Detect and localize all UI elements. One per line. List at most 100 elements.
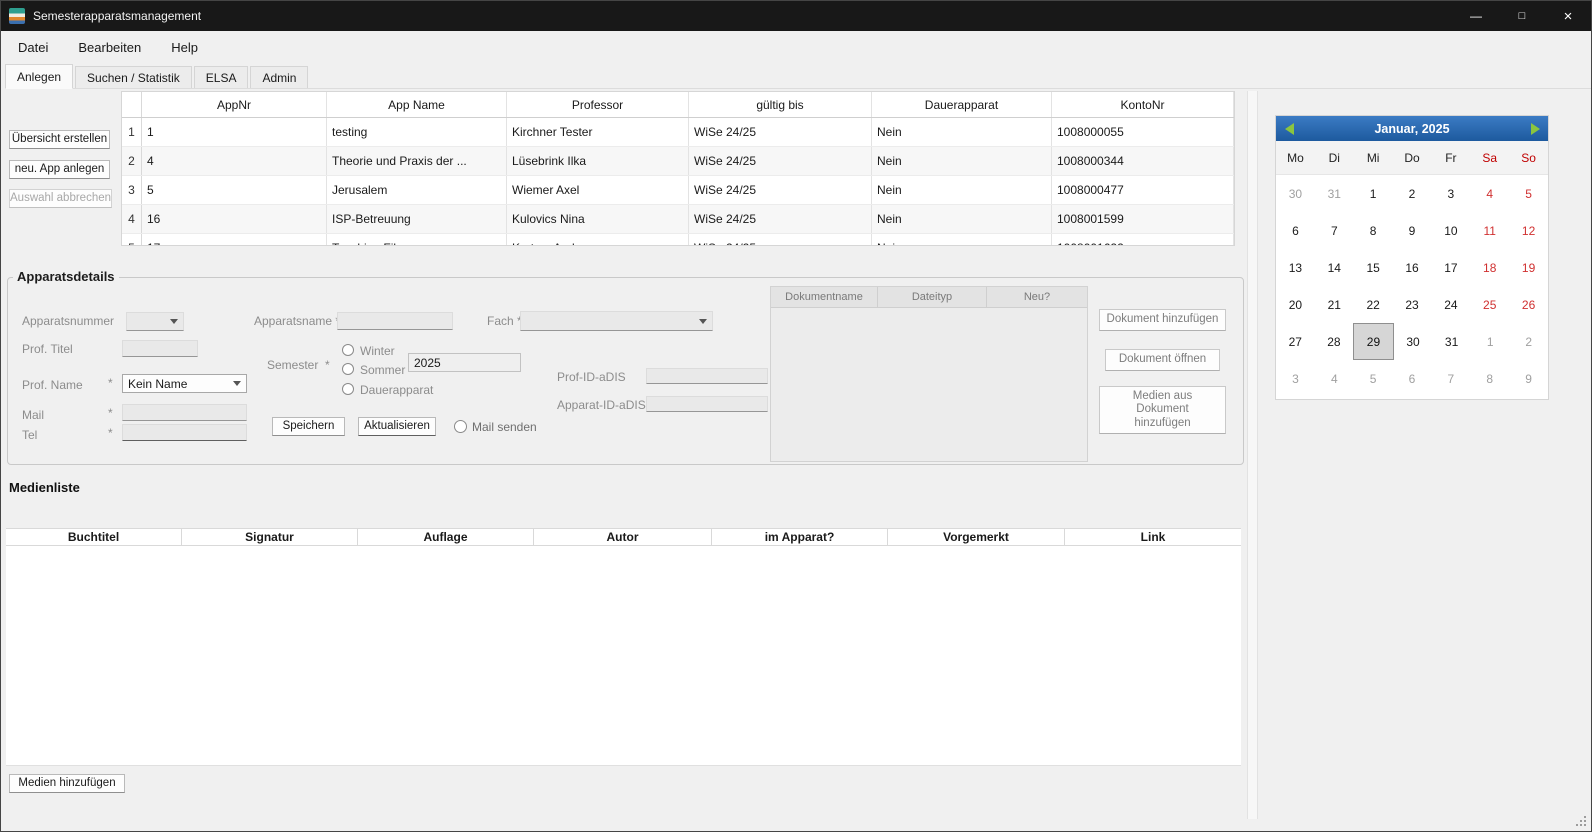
col-kontonr[interactable]: KontoNr [1052, 92, 1234, 117]
close-button[interactable]: × [1545, 1, 1591, 31]
med-col-link[interactable]: Link [1065, 529, 1241, 545]
calendar-day[interactable]: 20 [1276, 286, 1315, 323]
apparatsnummer-combo[interactable] [126, 312, 184, 331]
med-col-im-apparat[interactable]: im Apparat? [712, 529, 888, 545]
semester-year-input[interactable]: 2025 [408, 353, 521, 372]
uebersicht-erstellen-button[interactable]: Übersicht erstellen [9, 130, 110, 149]
tel-input[interactable] [122, 424, 247, 441]
calendar-day[interactable]: 17 [1431, 249, 1470, 286]
calendar-day[interactable]: 21 [1315, 286, 1354, 323]
table-row[interactable]: 1 1 testing Kirchner Tester WiSe 24/25 N… [122, 118, 1234, 147]
next-month-button[interactable] [1527, 121, 1543, 136]
calendar-day[interactable]: 8 [1354, 212, 1393, 249]
table-row[interactable]: 2 4 Theorie und Praxis der ... Lüsebrink… [122, 147, 1234, 176]
calendar-day[interactable]: 25 [1470, 286, 1509, 323]
calendar-day[interactable]: 28 [1315, 323, 1354, 360]
col-appnr[interactable]: AppNr [142, 92, 327, 117]
col-dauerapparat[interactable]: Dauerapparat [872, 92, 1052, 117]
medien-hinzufuegen-button[interactable]: Medien hinzufügen [9, 774, 125, 793]
table-row[interactable]: 3 5 Jerusalem Wiemer Axel WiSe 24/25 Nei… [122, 176, 1234, 205]
neue-app-anlegen-button[interactable]: neu. App anlegen [9, 160, 110, 179]
apparatsname-label: Apparatsname * [254, 314, 340, 328]
minimize-button[interactable]: — [1453, 1, 1499, 31]
calendar-day[interactable]: 26 [1509, 286, 1548, 323]
med-col-buchtitel[interactable]: Buchtitel [6, 529, 182, 545]
winter-radio[interactable] [342, 344, 354, 356]
col-gueltig-bis[interactable]: gültig bis [689, 92, 872, 117]
calendar-day-selected[interactable]: 29 [1353, 323, 1394, 360]
weekday-so: So [1509, 141, 1548, 174]
menu-datei[interactable]: Datei [3, 31, 63, 63]
calendar-day[interactable]: 6 [1276, 212, 1315, 249]
aktualisieren-button[interactable]: Aktualisieren [358, 417, 436, 436]
calendar-day[interactable]: 13 [1276, 249, 1315, 286]
fach-combo[interactable] [520, 311, 713, 331]
medien-aus-dokument-button[interactable]: Medien aus Dokument hinzufügen [1099, 386, 1226, 434]
apparat-id-adis-input[interactable] [646, 396, 768, 412]
calendar-day[interactable]: 3 [1431, 175, 1470, 212]
calendar-day[interactable]: 30 [1394, 323, 1433, 360]
calendar-day[interactable]: 2 [1509, 323, 1548, 360]
sommer-radio[interactable] [342, 363, 354, 375]
mail-senden-checkbox[interactable] [454, 420, 467, 433]
maximize-button[interactable]: □ [1499, 1, 1545, 31]
calendar-day[interactable]: 5 [1509, 175, 1548, 212]
calendar-day[interactable]: 27 [1276, 323, 1315, 360]
calendar-day[interactable]: 4 [1470, 175, 1509, 212]
calendar-day[interactable]: 7 [1315, 212, 1354, 249]
dauerapparat-radio[interactable] [342, 383, 354, 395]
calendar-day[interactable]: 24 [1431, 286, 1470, 323]
col-appname[interactable]: App Name [327, 92, 507, 117]
med-col-autor[interactable]: Autor [534, 529, 712, 545]
resize-grip[interactable] [1584, 824, 1586, 826]
dokument-hinzufuegen-button[interactable]: Dokument hinzufügen [1099, 309, 1226, 331]
calendar-day[interactable]: 8 [1470, 360, 1509, 397]
sommer-radio-label: Sommer [360, 363, 405, 377]
calendar-day[interactable]: 2 [1393, 175, 1432, 212]
med-col-vorgemerkt[interactable]: Vorgemerkt [888, 529, 1065, 545]
tab-anlegen[interactable]: Anlegen [5, 64, 73, 89]
table-row[interactable]: 4 16 ISP-Betreuung Kulovics Nina WiSe 24… [122, 205, 1234, 234]
auswahl-abbrechen-button[interactable]: Auswahl abbrechen [9, 189, 112, 208]
calendar-day[interactable]: 22 [1354, 286, 1393, 323]
calendar-day[interactable]: 11 [1470, 212, 1509, 249]
med-col-signatur[interactable]: Signatur [182, 529, 358, 545]
col-professor[interactable]: Professor [507, 92, 689, 117]
prof-name-combo[interactable]: Kein Name [122, 374, 247, 393]
calendar-day[interactable]: 31 [1432, 323, 1471, 360]
calendar-day[interactable]: 30 [1276, 175, 1315, 212]
calendar-day[interactable]: 9 [1509, 360, 1548, 397]
calendar-day[interactable]: 15 [1354, 249, 1393, 286]
calendar-day[interactable]: 1 [1471, 323, 1510, 360]
calendar-day[interactable]: 18 [1470, 249, 1509, 286]
apparatsname-input[interactable] [337, 312, 453, 330]
tab-suchen-statistik[interactable]: Suchen / Statistik [75, 66, 192, 88]
calendar-day[interactable]: 31 [1315, 175, 1354, 212]
prof-titel-input[interactable] [122, 340, 198, 357]
previous-month-button[interactable] [1281, 121, 1297, 136]
tab-elsa[interactable]: ELSA [194, 66, 249, 88]
calendar-day[interactable]: 4 [1315, 360, 1354, 397]
calendar-day[interactable]: 7 [1431, 360, 1470, 397]
calendar-day[interactable]: 1 [1354, 175, 1393, 212]
calendar-day[interactable]: 5 [1354, 360, 1393, 397]
calendar-day[interactable]: 23 [1393, 286, 1432, 323]
calendar-day[interactable]: 10 [1431, 212, 1470, 249]
table-row[interactable]: 5 17 Teaching Films Kratzer Andrea WiSe … [122, 234, 1234, 246]
calendar-day[interactable]: 14 [1315, 249, 1354, 286]
calendar-day[interactable]: 9 [1393, 212, 1432, 249]
menu-help[interactable]: Help [156, 31, 213, 63]
menu-bearbeiten[interactable]: Bearbeiten [63, 31, 156, 63]
calendar-day[interactable]: 16 [1393, 249, 1432, 286]
calendar-day[interactable]: 19 [1509, 249, 1548, 286]
mail-input[interactable] [122, 404, 247, 421]
calendar-day[interactable]: 6 [1393, 360, 1432, 397]
dokument-oeffnen-button[interactable]: Dokument öffnen [1105, 349, 1220, 371]
speichern-button[interactable]: Speichern [272, 417, 345, 436]
vertical-scrollbar[interactable] [1247, 91, 1258, 819]
prof-id-adis-input[interactable] [646, 368, 768, 384]
tab-admin[interactable]: Admin [250, 66, 308, 88]
calendar-day[interactable]: 3 [1276, 360, 1315, 397]
med-col-auflage[interactable]: Auflage [358, 529, 534, 545]
calendar-day[interactable]: 12 [1509, 212, 1548, 249]
